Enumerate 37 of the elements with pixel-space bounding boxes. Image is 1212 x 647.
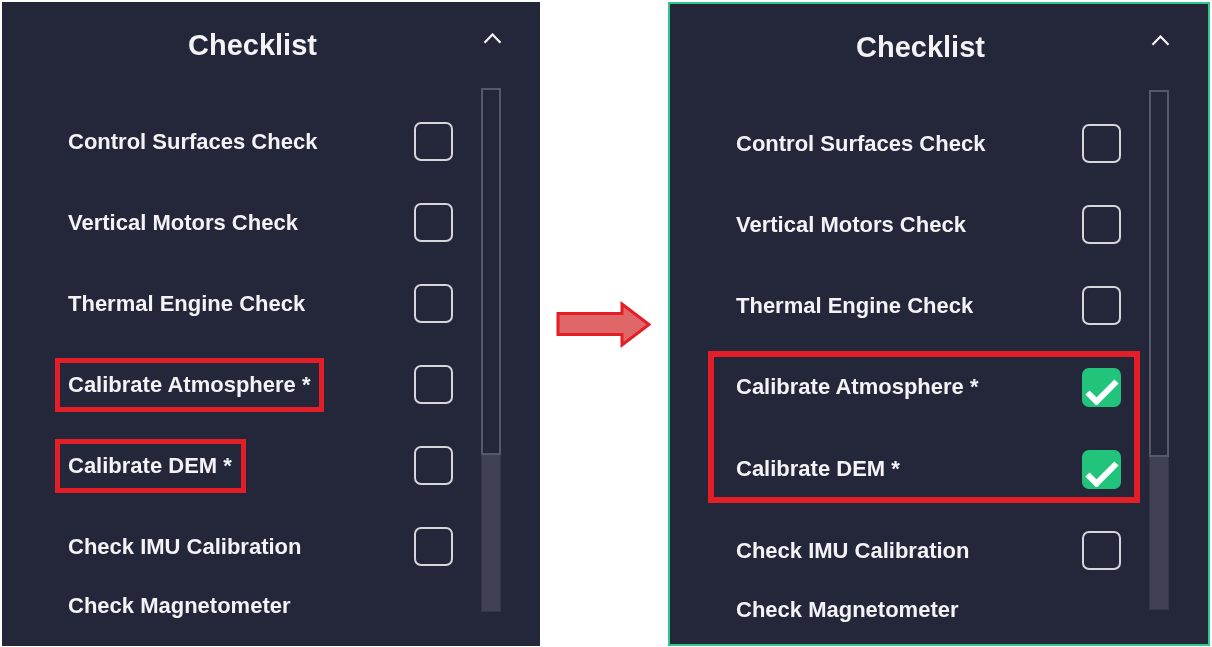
item-label: Calibrate Atmosphere * — [736, 374, 979, 400]
arrow-icon — [556, 300, 652, 348]
checkbox[interactable] — [414, 122, 453, 161]
checkmark-icon — [1084, 459, 1119, 487]
item-label: Calibrate Atmosphere * — [68, 371, 311, 398]
scrollbar-track[interactable] — [1149, 90, 1169, 610]
item-label: Thermal Engine Check — [68, 290, 306, 317]
checkbox[interactable] — [414, 527, 453, 566]
item-label: Check IMU Calibration — [68, 533, 302, 560]
checkbox[interactable] — [414, 284, 453, 323]
item-label: Thermal Engine Check — [736, 292, 974, 319]
item-label: Vertical Motors Check — [736, 211, 966, 238]
item-label: Control Surfaces Check — [68, 128, 318, 155]
checkbox[interactable] — [1082, 124, 1121, 163]
checkbox[interactable] — [1082, 286, 1121, 325]
item-label: Check IMU Calibration — [736, 537, 970, 564]
scrollbar-track[interactable] — [481, 88, 501, 612]
item-label: Check Magnetometer — [68, 593, 291, 619]
checkbox[interactable] — [1082, 205, 1121, 244]
chevron-up-icon[interactable] — [483, 33, 502, 44]
item-label: Check Magnetometer — [736, 597, 959, 623]
checkbox[interactable] — [1082, 531, 1121, 570]
checkbox[interactable] — [414, 365, 453, 404]
checkbox[interactable] — [1082, 449, 1121, 489]
panel-title: Checklist — [188, 28, 317, 62]
item-label: Control Surfaces Check — [736, 130, 986, 157]
checkbox[interactable] — [1082, 367, 1121, 407]
item-label: Vertical Motors Check — [68, 209, 298, 236]
item-label: Calibrate DEM * — [68, 452, 232, 479]
checkmark-icon — [1084, 377, 1119, 405]
scrollbar-thumb[interactable] — [1149, 90, 1169, 457]
chevron-up-icon[interactable] — [1151, 35, 1170, 46]
checkbox[interactable] — [414, 203, 453, 242]
checkbox[interactable] — [414, 446, 453, 485]
scrollbar-thumb[interactable] — [481, 88, 501, 455]
panel-title: Checklist — [856, 30, 985, 64]
item-label: Calibrate DEM * — [736, 456, 900, 482]
